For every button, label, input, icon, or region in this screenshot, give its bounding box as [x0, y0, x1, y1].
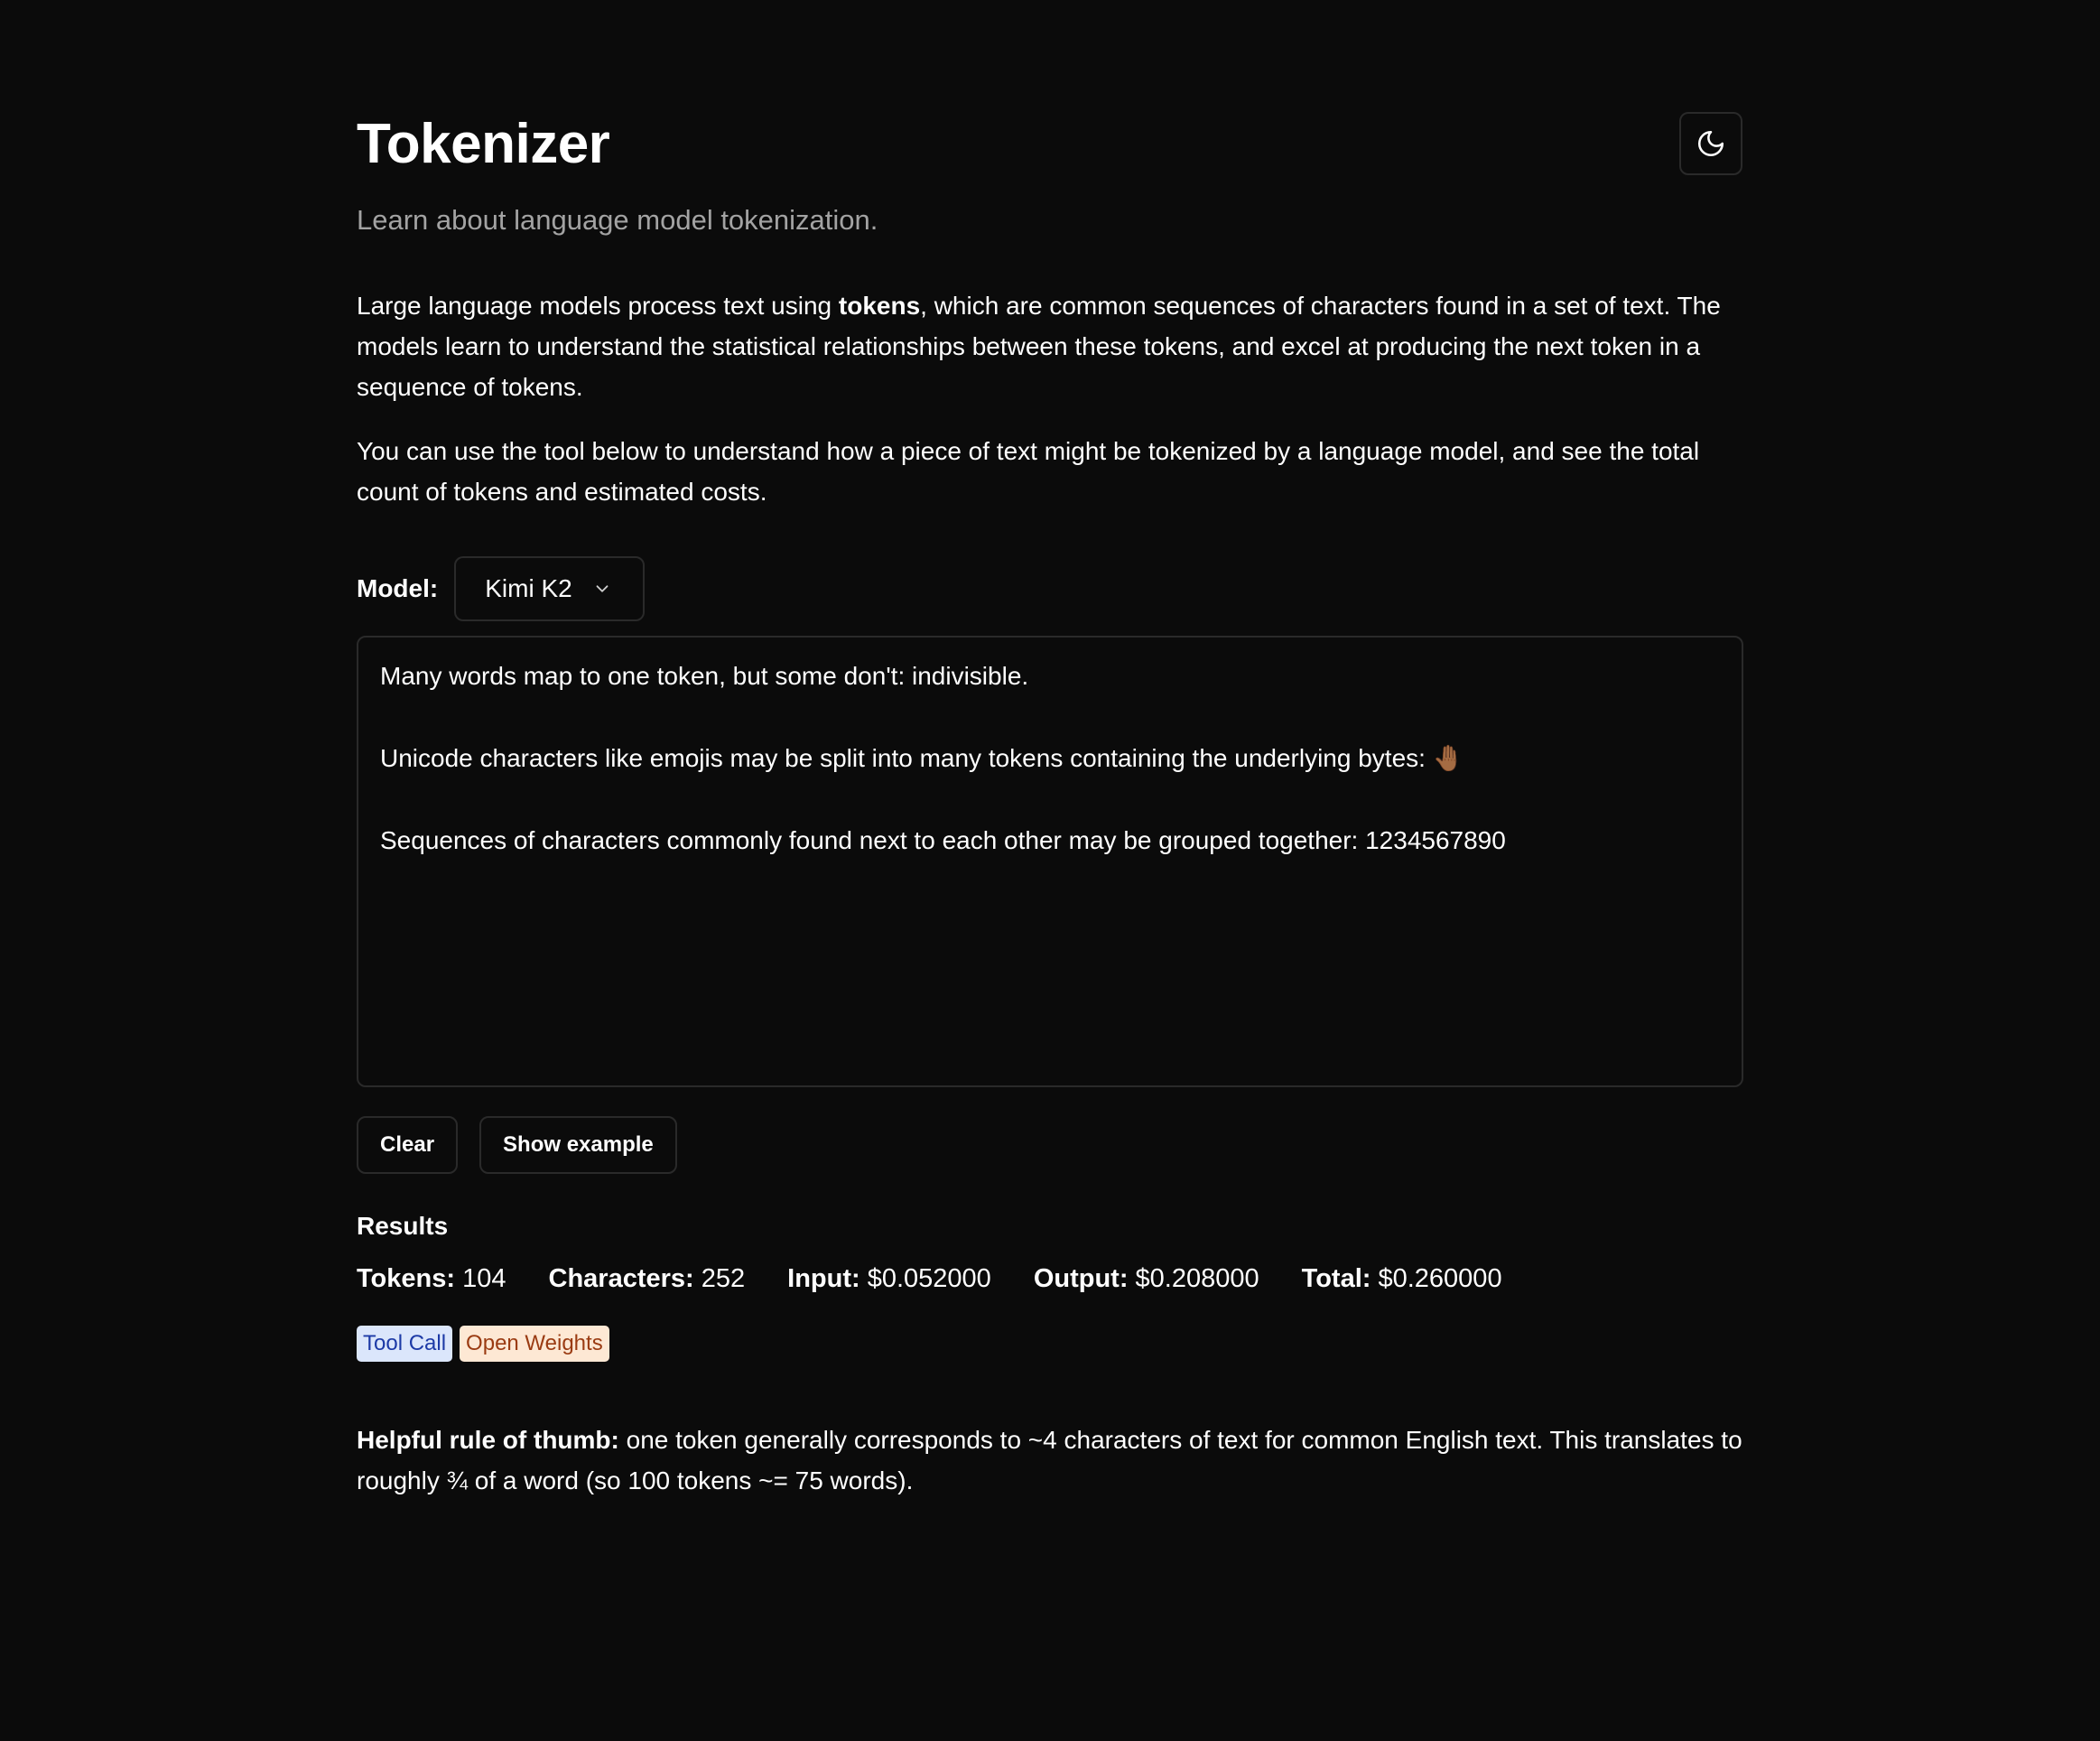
- page-title: Tokenizer: [357, 113, 610, 175]
- stat-total-label: Total:: [1301, 1264, 1371, 1293]
- stat-total-cost: Total: $0.260000: [1302, 1262, 1502, 1295]
- stat-output-label: Output:: [1033, 1264, 1129, 1293]
- stat-characters-value: 252: [701, 1264, 746, 1293]
- intro-paragraph: Large language models process text using…: [357, 285, 1743, 407]
- results-stats: Tokens: 104 Characters: 252 Input: $0.05…: [357, 1262, 1545, 1295]
- model-selector-row: Model: Kimi K2: [357, 556, 645, 621]
- show-example-button[interactable]: Show example: [479, 1116, 677, 1174]
- stat-tokens-value: 104: [462, 1264, 506, 1293]
- model-tags: Tool Call Open Weights: [357, 1326, 609, 1362]
- theme-toggle-button[interactable]: [1679, 112, 1742, 175]
- results-heading: Results: [357, 1212, 449, 1240]
- text-input-area[interactable]: Many words map to one token, but some do…: [357, 636, 1743, 1087]
- stat-input-cost: Input: $0.052000: [787, 1262, 991, 1295]
- stat-total-value: $0.260000: [1378, 1264, 1502, 1293]
- stat-input-value: $0.052000: [867, 1264, 991, 1293]
- stat-characters: Characters: 252: [549, 1262, 746, 1295]
- rule-of-thumb-label: Helpful rule of thumb:: [357, 1426, 619, 1454]
- action-buttons: Clear Show example: [357, 1116, 677, 1174]
- page-subtitle: Learn about language model tokenization.: [357, 204, 878, 236]
- clear-button[interactable]: Clear: [357, 1116, 459, 1174]
- stat-tokens: Tokens: 104: [357, 1262, 506, 1295]
- stat-output-cost: Output: $0.208000: [1034, 1262, 1259, 1295]
- stat-characters-label: Characters:: [548, 1264, 694, 1293]
- open-weights-badge: Open Weights: [460, 1326, 609, 1362]
- stat-tokens-label: Tokens:: [357, 1264, 456, 1293]
- tool-description: You can use the tool below to understand…: [357, 437, 1700, 506]
- model-select[interactable]: Kimi K2: [454, 556, 645, 621]
- tool-call-badge: Tool Call: [357, 1326, 453, 1362]
- rule-of-thumb: Helpful rule of thumb: one token general…: [357, 1420, 1743, 1501]
- intro-text-start: Large language models process text using: [357, 292, 839, 320]
- chevron-down-icon: [592, 579, 612, 599]
- model-label: Model:: [357, 574, 439, 602]
- stat-input-label: Input:: [787, 1264, 860, 1293]
- moon-icon: [1697, 130, 1724, 157]
- page: Tokenizer Learn about language model tok…: [0, 0, 2100, 1741]
- model-selected-value: Kimi K2: [485, 574, 572, 602]
- intro-tokens-term: tokens: [838, 292, 921, 320]
- stat-output-value: $0.208000: [1135, 1264, 1259, 1293]
